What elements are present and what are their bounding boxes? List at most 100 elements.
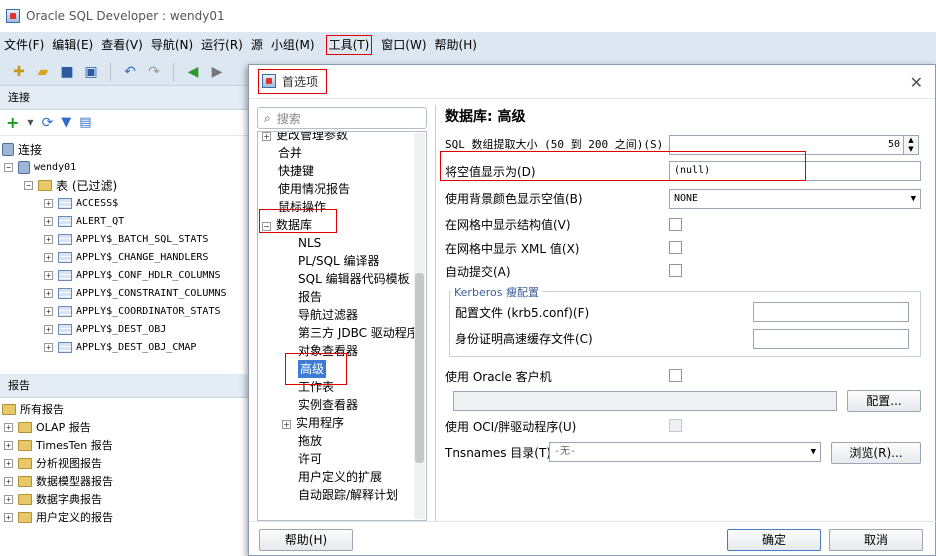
scrollbar-thumb[interactable] <box>415 273 424 463</box>
refresh-icon[interactable]: ⟳ <box>42 115 54 131</box>
forward-icon[interactable]: ▶ <box>208 63 226 81</box>
expand-icon[interactable]: + <box>282 420 291 429</box>
tree-item-nav-filters[interactable]: 导航过滤器 <box>258 306 426 324</box>
credential-cache-field[interactable] <box>753 329 909 349</box>
report-item[interactable]: + TimesTen 报告 <box>0 436 251 454</box>
table-row[interactable]: + APPLY$_CONSTRAINT_COLUMNS <box>0 284 251 302</box>
tree-item-jdbc-drivers[interactable]: 第三方 JDBC 驱动程序 <box>258 324 426 342</box>
reports-root[interactable]: 所有报告 <box>0 400 251 418</box>
autocommit-checkbox[interactable] <box>669 264 682 277</box>
menu-source[interactable]: 源 <box>251 32 271 58</box>
menu-team[interactable]: 小组(M) <box>271 32 323 58</box>
collapse-icon[interactable]: − <box>4 162 13 172</box>
tree-item-drag-drop[interactable]: 拖放 <box>258 432 426 450</box>
help-button[interactable]: 帮助(H) <box>259 529 353 551</box>
expand-icon[interactable]: + <box>4 476 13 486</box>
table-row[interactable]: + APPLY$_COORDINATOR_STATS <box>0 302 251 320</box>
report-item[interactable]: + 数据模型器报告 <box>0 472 251 490</box>
expand-icon[interactable]: + <box>44 234 53 244</box>
struct-values-checkbox[interactable] <box>669 218 682 231</box>
fetch-size-spinner[interactable]: ▲ ▼ <box>903 135 919 155</box>
expand-icon[interactable]: + <box>44 198 53 208</box>
tnsnames-select[interactable]: -无- ▼ <box>549 442 821 462</box>
expand-icon[interactable]: + <box>44 252 53 262</box>
tree-item-usage-reporting[interactable]: 使用情况报告 <box>258 180 426 198</box>
collapse-icon[interactable]: − <box>24 180 33 190</box>
tree-item-merge[interactable]: 合并 <box>258 144 426 162</box>
tree-item-instance-viewer[interactable]: 实例查看器 <box>258 396 426 414</box>
expand-icon[interactable]: + <box>44 342 53 352</box>
expand-icon[interactable]: + <box>44 324 53 334</box>
redo-icon[interactable]: ↷ <box>145 63 163 81</box>
tree-root-connections[interactable]: 连接 <box>0 140 251 158</box>
tree-item-utilities[interactable]: + 实用程序 <box>258 414 426 432</box>
schema-browser-icon[interactable]: ▤ <box>79 115 91 130</box>
bg-color-select[interactable]: NONE ▼ <box>669 189 921 209</box>
expand-icon[interactable]: + <box>4 512 13 522</box>
tree-tables-folder[interactable]: − 表 (已过滤) <box>0 176 251 194</box>
tree-connection-wendy01[interactable]: − wendy01 <box>0 158 251 176</box>
expand-icon[interactable]: + <box>44 216 53 226</box>
menu-tools[interactable]: 工具(T) <box>323 32 376 58</box>
krb-config-field[interactable] <box>753 302 909 322</box>
browse-button[interactable]: 浏览(R)... <box>831 442 921 464</box>
menu-run[interactable]: 运行(R) <box>201 32 251 58</box>
menu-file[interactable]: 文件(F) <box>4 32 52 58</box>
expand-icon[interactable]: + <box>4 458 13 468</box>
add-connection-icon[interactable]: + <box>6 113 19 132</box>
expand-icon[interactable]: + <box>44 288 53 298</box>
pane-splitter[interactable] <box>435 105 436 521</box>
close-icon[interactable]: ✕ <box>910 73 923 92</box>
expand-icon[interactable]: + <box>262 132 271 141</box>
expand-icon[interactable]: + <box>4 494 13 504</box>
expand-icon[interactable]: + <box>44 306 53 316</box>
oracle-client-checkbox[interactable] <box>669 369 682 382</box>
report-item[interactable]: + 分析视图报告 <box>0 454 251 472</box>
filter-icon[interactable]: ▼ <box>61 115 71 130</box>
table-row[interactable]: + APPLY$_DEST_OBJ <box>0 320 251 338</box>
tree-item-autotrace[interactable]: 自动跟踪/解释计划 <box>258 486 426 504</box>
menu-view[interactable]: 查看(V) <box>101 32 151 58</box>
tree-item-licensing[interactable]: 许可 <box>258 450 426 468</box>
expand-icon[interactable]: + <box>4 422 13 432</box>
spinner-down-icon[interactable]: ▼ <box>904 145 918 154</box>
menu-help[interactable]: 帮助(H) <box>435 32 485 58</box>
spinner-up-icon[interactable]: ▲ <box>904 136 918 145</box>
table-row[interactable]: + APPLY$_CONF_HDLR_COLUMNS <box>0 266 251 284</box>
tree-item-reports[interactable]: 报告 <box>258 288 426 306</box>
xml-values-label: 在网格中显示 XML 值(X) <box>445 242 580 256</box>
xml-values-checkbox[interactable] <box>669 241 682 254</box>
expand-icon[interactable]: + <box>4 440 13 450</box>
search-input[interactable]: ⌕ 搜索 <box>257 107 427 129</box>
report-item[interactable]: + 数据字典报告 <box>0 490 251 508</box>
configure-button[interactable]: 配置... <box>847 390 921 412</box>
menu-window[interactable]: 窗口(W) <box>381 32 434 58</box>
table-row[interactable]: + ACCESS$ <box>0 194 251 212</box>
tree-item-nls[interactable]: NLS <box>258 234 426 252</box>
report-item[interactable]: + 用户定义的报告 <box>0 508 251 526</box>
table-row[interactable]: + APPLY$_CHANGE_HANDLERS <box>0 248 251 266</box>
tree-item-user-extensions[interactable]: 用户定义的扩展 <box>258 468 426 486</box>
tree-item-change-mgmt[interactable]: + 更改管理参数 <box>258 132 426 144</box>
tree-item-code-templates[interactable]: SQL 编辑器代码模板 <box>258 270 426 288</box>
save-all-icon[interactable]: ▣ <box>82 63 100 81</box>
back-icon[interactable]: ◀ <box>184 63 202 81</box>
chevron-down-icon[interactable]: ▼ <box>27 118 33 127</box>
tree-item-plsql-compiler[interactable]: PL/SQL 编译器 <box>258 252 426 270</box>
menu-edit[interactable]: 编辑(E) <box>52 32 101 58</box>
cancel-button[interactable]: 取消 <box>829 529 923 551</box>
undo-icon[interactable]: ↶ <box>121 63 139 81</box>
menu-navigate[interactable]: 导航(N) <box>151 32 201 58</box>
open-folder-icon[interactable]: ▰ <box>34 63 52 81</box>
save-icon[interactable]: ■ <box>58 63 76 81</box>
report-item[interactable]: + OLAP 报告 <box>0 418 251 436</box>
table-row[interactable]: + APPLY$_DEST_OBJ_CMAP <box>0 338 251 356</box>
tree-item-shortcuts[interactable]: 快捷键 <box>258 162 426 180</box>
expand-icon[interactable]: + <box>44 270 53 280</box>
tree-scrollbar[interactable] <box>414 133 425 519</box>
table-row[interactable]: + APPLY$_BATCH_SQL_STATS <box>0 230 251 248</box>
table-row[interactable]: + ALERT_QT <box>0 212 251 230</box>
new-icon[interactable]: ✚ <box>10 63 28 81</box>
oci-driver-checkbox[interactable] <box>669 419 682 432</box>
ok-button[interactable]: 确定 <box>727 529 821 551</box>
